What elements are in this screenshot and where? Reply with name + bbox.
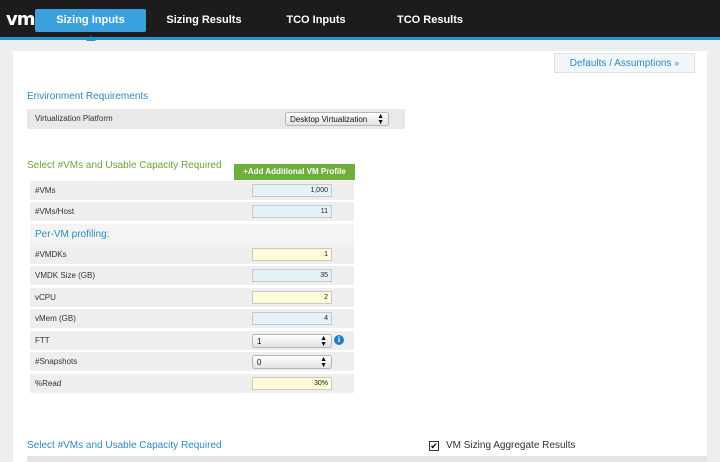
info-icon[interactable]: i <box>334 335 344 345</box>
double-chevron-up-icon: » <box>674 58 680 68</box>
virtualization-platform-select[interactable]: Desktop Virtualization ▲ ▼ <box>285 112 389 126</box>
ftt-label: FTT <box>35 336 50 345</box>
tab-tco-results[interactable]: TCO Results <box>390 9 470 32</box>
vms-per-host-input[interactable]: 11 <box>252 205 332 218</box>
vms-row: #VMs 1,000 <box>30 181 354 200</box>
environment-requirements-title: Environment Requirements <box>27 91 149 102</box>
snapshots-value: 0 <box>257 358 262 367</box>
virtualization-platform-row: Virtualization Platform Desktop Virtuali… <box>27 109 405 129</box>
vmem-row: vMem (GB) 4 <box>30 309 354 328</box>
select-arrows-icon: ▲ ▼ <box>320 335 327 348</box>
snapshots-select[interactable]: 0 ▲ ▼ <box>252 355 332 369</box>
aggregate-results-label: VM Sizing Aggregate Results <box>446 440 576 451</box>
ftt-row: FTT 1 ▲ ▼ <box>30 331 354 350</box>
defaults-assumptions-toggle[interactable]: Defaults / Assumptions » <box>554 53 695 73</box>
vcpu-input[interactable]: 2 <box>252 291 332 304</box>
select-vms-title: Select #VMs and Usable Capacity Required <box>27 160 222 171</box>
vmdk-size-input[interactable]: 35 <box>252 269 332 282</box>
vcpu-row: vCPU 2 <box>30 288 354 307</box>
read-row: %Read 30% <box>30 374 354 393</box>
bottom-table-header <box>27 456 707 462</box>
vmem-input[interactable]: 4 <box>252 312 332 325</box>
top-navigation-bar: vm Sizing Inputs Sizing Results TCO Inpu… <box>0 0 720 40</box>
vmdk-size-label: VMDK Size (GB) <box>35 271 96 280</box>
vms-per-host-row: #VMs/Host 11 <box>30 202 354 221</box>
tab-sizing-results[interactable]: Sizing Results <box>160 9 248 32</box>
virtualization-platform-label: Virtualization Platform <box>35 114 113 123</box>
vmdks-row: #VMDKs 1 <box>30 245 354 264</box>
vms-label: #VMs <box>35 186 56 195</box>
aggregate-results-checkbox[interactable]: ✔ <box>429 441 439 451</box>
vmdk-size-row: VMDK Size (GB) 35 <box>30 266 354 285</box>
vmem-label: vMem (GB) <box>35 314 76 323</box>
read-label: %Read <box>35 379 62 388</box>
vcpu-label: vCPU <box>35 293 56 302</box>
bottom-section-title: Select #VMs and Usable Capacity Required <box>27 440 222 451</box>
per-vm-profiling-label: Per-VM profiling: <box>35 229 110 240</box>
defaults-assumptions-label: Defaults / Assumptions <box>569 58 672 69</box>
ftt-select[interactable]: 1 ▲ ▼ <box>252 334 332 348</box>
ftt-value: 1 <box>257 337 262 346</box>
vmware-logo: vm <box>6 9 35 30</box>
snapshots-label: #Snapshots <box>35 357 78 366</box>
select-arrows-icon: ▲ ▼ <box>320 356 327 369</box>
active-tab-caret <box>86 36 96 41</box>
per-vm-profiling-header: Per-VM profiling: <box>30 224 354 245</box>
add-vm-profile-button[interactable]: +Add Additional VM Profile <box>234 164 355 180</box>
vms-per-host-label: #VMs/Host <box>35 207 75 216</box>
vms-input[interactable]: 1,000 <box>252 184 332 197</box>
snapshots-row: #Snapshots 0 ▲ ▼ <box>30 352 354 371</box>
vmdks-input[interactable]: 1 <box>252 248 332 261</box>
tab-tco-inputs[interactable]: TCO Inputs <box>277 9 355 32</box>
tab-sizing-inputs[interactable]: Sizing Inputs <box>35 9 146 32</box>
read-input[interactable]: 30% <box>252 377 332 390</box>
vmdks-label: #VMDKs <box>35 250 67 259</box>
virtualization-platform-value: Desktop Virtualization <box>290 115 368 124</box>
select-arrows-icon: ▲ ▼ <box>377 113 384 126</box>
